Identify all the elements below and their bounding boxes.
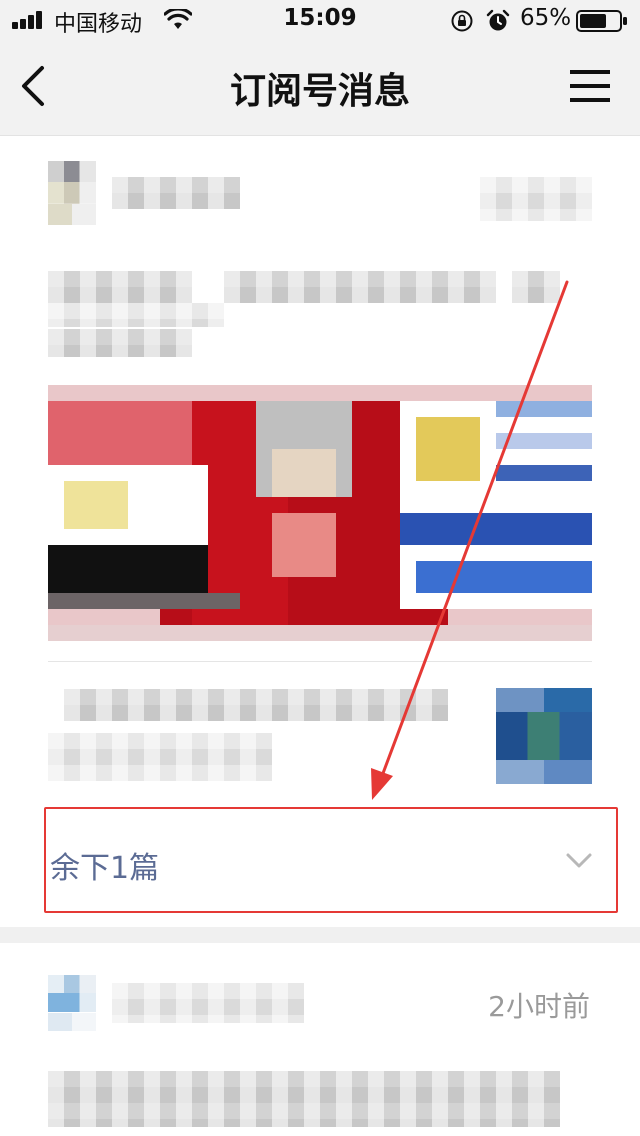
headline-blurred-line-2: [48, 303, 224, 327]
headline-blurred-line-3: [48, 329, 192, 357]
card-separator: [0, 927, 640, 943]
headline-blurred-line-1: [48, 271, 192, 303]
cover-image-graphic: [48, 385, 592, 641]
account-name-blurred: [112, 177, 240, 209]
article-title-blurred-line-2: [48, 733, 272, 781]
headline-blurred-2: [48, 1071, 560, 1127]
article-title-blurred-line-1: [64, 689, 448, 721]
alarm-icon: [486, 9, 510, 31]
headline-blurred-line-1b: [224, 271, 496, 303]
battery-percent: 65%: [520, 5, 572, 31]
rotation-lock-icon: [451, 10, 473, 32]
headline-blurred-line-1c: [512, 271, 560, 303]
account-avatar: [48, 161, 96, 225]
cover-image[interactable]: [48, 385, 592, 641]
subscription-message-card[interactable]: 余下1篇: [0, 137, 640, 927]
message-time-blurred: [480, 177, 592, 221]
status-bar: 中国移动 15:09 65%: [0, 0, 640, 40]
menu-icon[interactable]: [568, 66, 612, 106]
message-time: 2小时前: [488, 990, 590, 1023]
account-name-blurred-2: [112, 983, 304, 1023]
item-divider: [48, 661, 592, 662]
article-thumbnail[interactable]: [496, 688, 592, 784]
remaining-articles-button[interactable]: 余下1篇: [44, 807, 618, 913]
navigation-bar: 订阅号消息: [0, 40, 640, 136]
page-title: 订阅号消息: [229, 71, 410, 112]
battery-icon: [576, 10, 627, 32]
account-avatar-2: [48, 975, 96, 1031]
remaining-articles-label: 余下1篇: [50, 851, 160, 886]
subscription-message-card-2[interactable]: 2小时前: [0, 943, 640, 1136]
chevron-down-icon: [566, 853, 592, 868]
